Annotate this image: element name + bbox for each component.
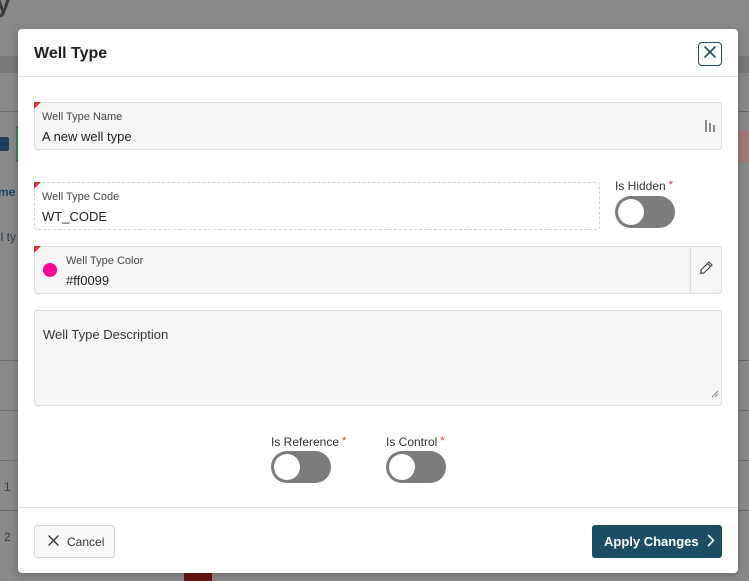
well-type-color-label: Well Type Color — [66, 255, 144, 267]
background-row-number: 1 — [4, 480, 11, 494]
required-indicator — [34, 246, 41, 253]
apply-changes-label: Apply Changes — [604, 534, 699, 549]
required-indicator — [34, 102, 41, 109]
eyedropper-icon — [698, 260, 714, 281]
toggle-knob — [618, 199, 644, 225]
well-type-code-input[interactable]: WT_CODE — [42, 209, 107, 224]
color-picker-button[interactable] — [690, 246, 722, 294]
well-type-code-label: Well Type Code — [42, 191, 120, 203]
cancel-label: Cancel — [67, 534, 105, 549]
is-reference-toggle[interactable] — [271, 451, 331, 483]
well-type-name-input[interactable]: A new well type — [42, 129, 132, 144]
toggle-knob — [389, 454, 415, 480]
field-options-icon[interactable] — [704, 119, 716, 138]
close-button[interactable] — [698, 42, 722, 66]
dialog-title: Well Type — [34, 45, 108, 62]
resize-handle-icon[interactable] — [711, 385, 719, 403]
background-pink-marker — [738, 130, 749, 162]
well-type-name-field[interactable]: Well Type Name A new well type — [34, 102, 722, 150]
dialog-header: Well Type — [18, 29, 738, 77]
well-type-dialog: Well Type Well Type Name A new well type… — [18, 29, 738, 573]
color-swatch[interactable] — [43, 263, 57, 277]
is-hidden-toggle[interactable] — [615, 196, 675, 228]
well-type-color-field[interactable]: Well Type Color #ff0099 — [34, 246, 722, 294]
well-type-description-textarea[interactable]: Well Type Description — [34, 310, 722, 406]
is-control-toggle[interactable] — [386, 451, 446, 483]
well-type-name-label: Well Type Name — [42, 111, 123, 123]
background-row-number: 2 — [4, 530, 11, 544]
toggle-knob — [274, 454, 300, 480]
close-icon — [48, 534, 59, 549]
well-type-color-input[interactable]: #ff0099 — [66, 273, 109, 288]
background-checkbox — [0, 137, 9, 151]
is-control-label: Is Control * — [386, 435, 445, 449]
description-placeholder: Well Type Description — [43, 327, 169, 342]
chevron-right-icon — [707, 534, 715, 550]
required-indicator — [34, 182, 41, 189]
cancel-button[interactable]: Cancel — [34, 525, 115, 558]
well-type-code-field[interactable]: Well Type Code WT_CODE — [34, 182, 600, 230]
apply-changes-button[interactable]: Apply Changes — [592, 525, 722, 558]
is-hidden-label: Is Hidden * — [615, 179, 673, 193]
is-reference-label: Is Reference * — [271, 435, 347, 449]
dialog-footer: Cancel Apply Changes — [18, 507, 738, 573]
background-page-title: y — [0, 0, 11, 18]
close-icon — [703, 45, 717, 64]
background-column-header: me — [0, 185, 16, 199]
background-column-text: ll ty — [0, 230, 16, 244]
